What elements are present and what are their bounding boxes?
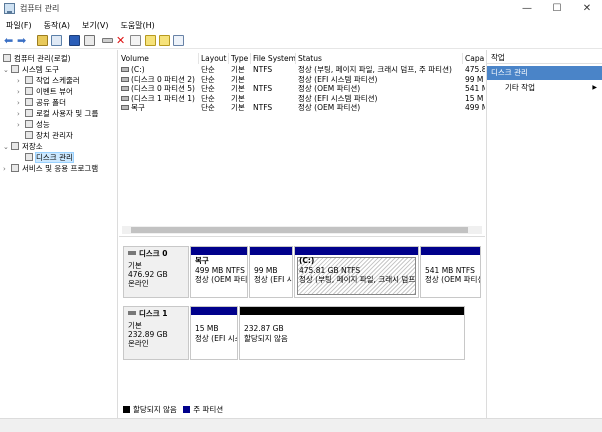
tree-item-system-tools[interactable]: ⌄ 시스템 도구 [3,64,59,75]
actions-more-actions[interactable]: 기타 작업 ▶ [487,81,602,94]
menu-help[interactable]: 도움말(H) [114,18,160,31]
menu-view[interactable]: 보기(V) [76,18,114,31]
chevron-down-icon[interactable]: ⌄ [3,142,11,153]
event-viewer-icon [25,87,33,95]
submenu-arrow-icon: ▶ [592,84,597,91]
scrollbar-thumb[interactable] [131,227,468,233]
partition-recovery[interactable]: 복구499 MB NTFS정상 (OEM 파티션) [190,246,248,298]
menu-file[interactable]: 파일(F) [0,18,38,31]
volume-icon [121,86,129,91]
performance-icon [25,120,33,128]
partition-oem-541mb[interactable]: 541 MB NTFS정상 (OEM 파티션) [420,246,481,298]
legend: 할당되지 않음 주 파티션 [119,403,485,417]
computer-management-icon [4,3,15,14]
tools-icon [11,65,19,73]
primary-partition-bar [250,247,292,255]
table-row[interactable]: 복구 단순 기본 NTFS 정상 (OEM 파티션) 499 M [119,103,485,113]
disk-icon [128,251,136,255]
column-header-type[interactable]: Type [229,53,251,64]
primary-partition-bar [191,247,247,255]
disk-icon [128,311,136,315]
search-folder-icon[interactable] [159,35,170,46]
maximize-button[interactable]: ☐ [542,0,572,18]
chevron-right-icon[interactable]: › [3,164,11,175]
partition-c-drive[interactable]: (C:) 475.81 GB NTFS 정상 (부팅, 페이지 파일, 크래시 덤프 [294,246,419,298]
close-button[interactable]: ✕ [572,0,602,18]
menu-bar: 파일(F) 동작(A) 보기(V) 도움말(H) [0,18,602,32]
disk-management-icon [25,153,33,161]
primary-partition-bar [191,307,237,315]
device-manager-icon [25,131,33,139]
window-title: 컴퓨터 관리 [20,4,60,13]
toolbar: ⬅ ➡ ✕ [0,32,602,49]
navigation-tree: 컴퓨터 관리(로컬) ⌄ 시스템 도구 › 작업 스케줄러 › 이벤트 뷰어 › 공유 … [0,50,118,418]
column-header-layout[interactable]: Layout [199,53,229,64]
disk-graphical-view: 디스크 0 기본 476.92 GB 온라인 복구 499 MB NTFS 정상 (… [119,238,485,402]
column-header-capacity[interactable]: Capa [463,53,485,64]
tree-item-local-users[interactable]: › 로컬 사용자 및 그룹 [17,108,98,119]
show-hide-tree-icon[interactable] [51,35,62,46]
tree-item-computer-management[interactable]: 컴퓨터 관리(로컬) [3,53,71,64]
shared-folder-icon [25,98,33,106]
properties-icon[interactable] [84,35,95,46]
actions-section-disk-management[interactable]: 디스크 관리 [487,66,602,80]
volume-icon [121,95,129,101]
status-bar [0,418,602,432]
column-header-file-system[interactable]: File System [251,53,296,64]
table-row[interactable]: (C:) 단순 기본 NTFS 정상 (부팅, 페이지 파일, 크래시 덤프, … [119,65,485,75]
forward-arrow-icon[interactable]: ➡ [17,35,28,46]
primary-partition-bar [421,247,480,255]
disk-1-label[interactable]: 디스크 1 기본 232.89 GB 온라인 [123,306,189,360]
actions-header: 작업 [487,51,602,64]
computer-icon [3,54,11,62]
help-icon[interactable] [69,35,80,46]
volume-icon [121,76,129,82]
table-row[interactable]: (디스크 0 파티션 2) 단순 기본 정상 (EFI 시스템 파티션) 99 … [119,75,485,85]
volume-list: Volume Layout Type File System Status Ca… [119,50,485,237]
storage-icon [11,142,19,150]
users-icon [25,109,33,117]
chevron-right-icon[interactable]: › [17,120,25,131]
table-row[interactable]: (디스크 0 파티션 5) 단순 기본 NTFS 정상 (OEM 파티션) 54… [119,84,485,94]
minimize-button[interactable]: — [512,0,542,18]
clock-icon [25,76,33,84]
unallocated-swatch [123,406,130,413]
tree-item-performance[interactable]: › 성능 [17,119,50,130]
table-row[interactable]: (디스크 1 파티션 1) 단순 기본 정상 (EFI 시스템 파티션) 15 … [119,94,485,104]
services-icon [11,164,19,172]
new-volume-icon[interactable] [145,35,156,46]
volume-icon [121,105,129,110]
partition-efi-15mb[interactable]: 15 MB 정상 (EFI 시스 [190,306,238,360]
primary-partition-bar [295,247,418,255]
column-header-status[interactable]: Status [296,53,463,64]
up-folder-icon[interactable] [37,35,48,46]
check-disk-icon[interactable] [130,35,141,46]
tree-item-shared-folders[interactable]: › 공유 폴더 [17,97,66,108]
unallocated-bar [240,307,464,315]
menu-action[interactable]: 동작(A) [38,18,76,31]
chevron-down-icon[interactable]: ⌄ [3,65,11,76]
disk-0-label[interactable]: 디스크 0 기본 476.92 GB 온라인 [123,246,189,298]
column-header-volume[interactable]: Volume [119,53,199,64]
tree-item-device-manager[interactable]: 장치 관리자 [25,130,73,141]
actions-pane: 작업 디스크 관리 기타 작업 ▶ [486,50,602,418]
tree-item-disk-management[interactable]: 디스크 관리 [25,152,74,163]
tree-item-task-scheduler[interactable]: › 작업 스케줄러 [17,75,80,86]
volume-icon [121,67,129,72]
partition-efi-99mb[interactable]: 99 MB정상 (EFI 시스템 [249,246,293,298]
connect-drive-icon[interactable] [102,38,113,43]
back-arrow-icon[interactable]: ⬅ [4,35,15,46]
title-bar: 컴퓨터 관리 — ☐ ✕ [0,0,602,18]
tree-item-storage[interactable]: ⌄ 저장소 [3,141,43,152]
tree-item-event-viewer[interactable]: › 이벤트 뷰어 [17,86,73,97]
window-icon[interactable] [173,35,184,46]
partition-unallocated[interactable]: 232.87 GB 할당되지 않음 [239,306,465,360]
tree-item-services-applications[interactable]: › 서비스 및 응용 프로그램 [3,163,98,174]
primary-partition-swatch [183,406,191,413]
delete-icon[interactable]: ✕ [116,35,127,46]
